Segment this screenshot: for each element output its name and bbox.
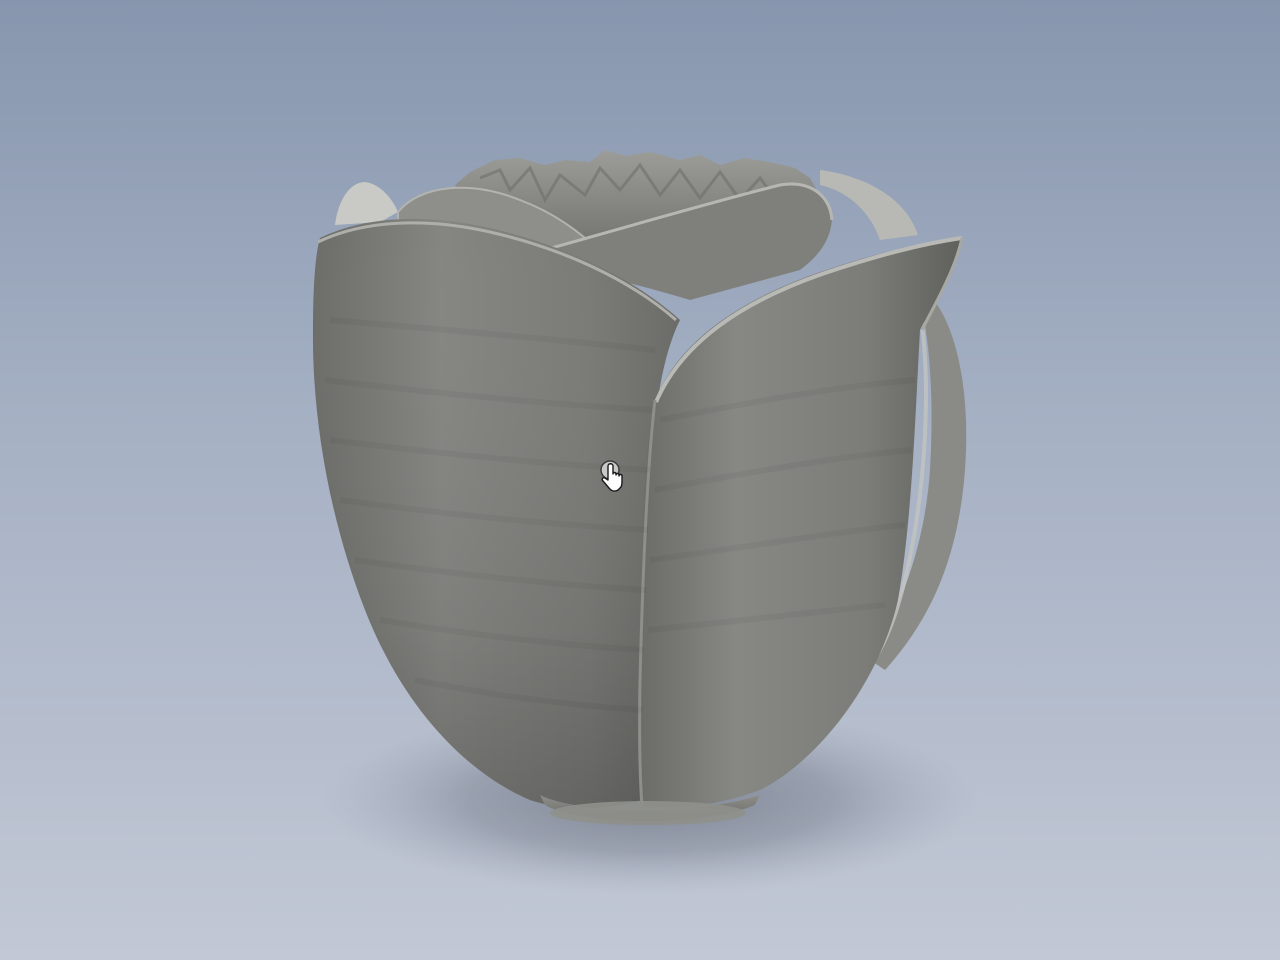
right-front-petal [639, 238, 962, 808]
hand-pointer-icon [600, 460, 623, 492]
base-bottom [550, 801, 746, 825]
model-render[interactable] [0, 0, 1280, 960]
back-right-petal [820, 170, 918, 240]
3d-viewport[interactable] [0, 0, 1280, 960]
back-left-petal [335, 182, 398, 225]
left-front-petal-shade [312, 218, 680, 809]
